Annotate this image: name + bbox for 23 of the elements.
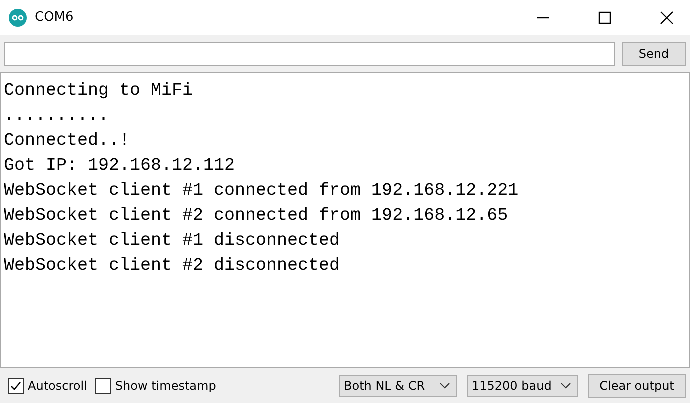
output-line: WebSocket client #2 disconnected <box>4 255 342 278</box>
checkbox-label: Show timestamp <box>115 378 216 392</box>
app-logo-icon <box>9 8 27 26</box>
output-line: WebSocket client #2 connected from 192.168.12.65 <box>4 205 510 228</box>
output-line: Got IP: 192.168.12.112 <box>4 155 236 178</box>
checkbox[interactable] <box>95 378 112 394</box>
checkbox-label: Autoscroll <box>28 378 88 392</box>
window-title: COM6 <box>35 10 74 25</box>
checkbox[interactable] <box>8 378 24 394</box>
dropdown[interactable]: 115200 baud <box>467 374 578 396</box>
chevron-icon <box>561 382 571 388</box>
output-line: Connected..! <box>4 130 132 153</box>
input-field[interactable] <box>4 42 615 66</box>
chevron-icon <box>440 382 450 388</box>
close-icon[interactable] <box>660 10 674 24</box>
send-button[interactable]: Send <box>622 42 686 66</box>
dropdown[interactable]: Both NL & CR <box>339 374 457 396</box>
output-line: .......... <box>4 105 110 128</box>
maximize-icon[interactable] <box>598 10 612 24</box>
output-line: Connecting to MiFi <box>4 80 194 103</box>
output-line: WebSocket client #1 connected from 192.168.12.221 <box>4 180 520 203</box>
clear-output-button[interactable]: Clear output <box>588 374 686 398</box>
output-line: WebSocket client #1 disconnected <box>4 230 342 253</box>
